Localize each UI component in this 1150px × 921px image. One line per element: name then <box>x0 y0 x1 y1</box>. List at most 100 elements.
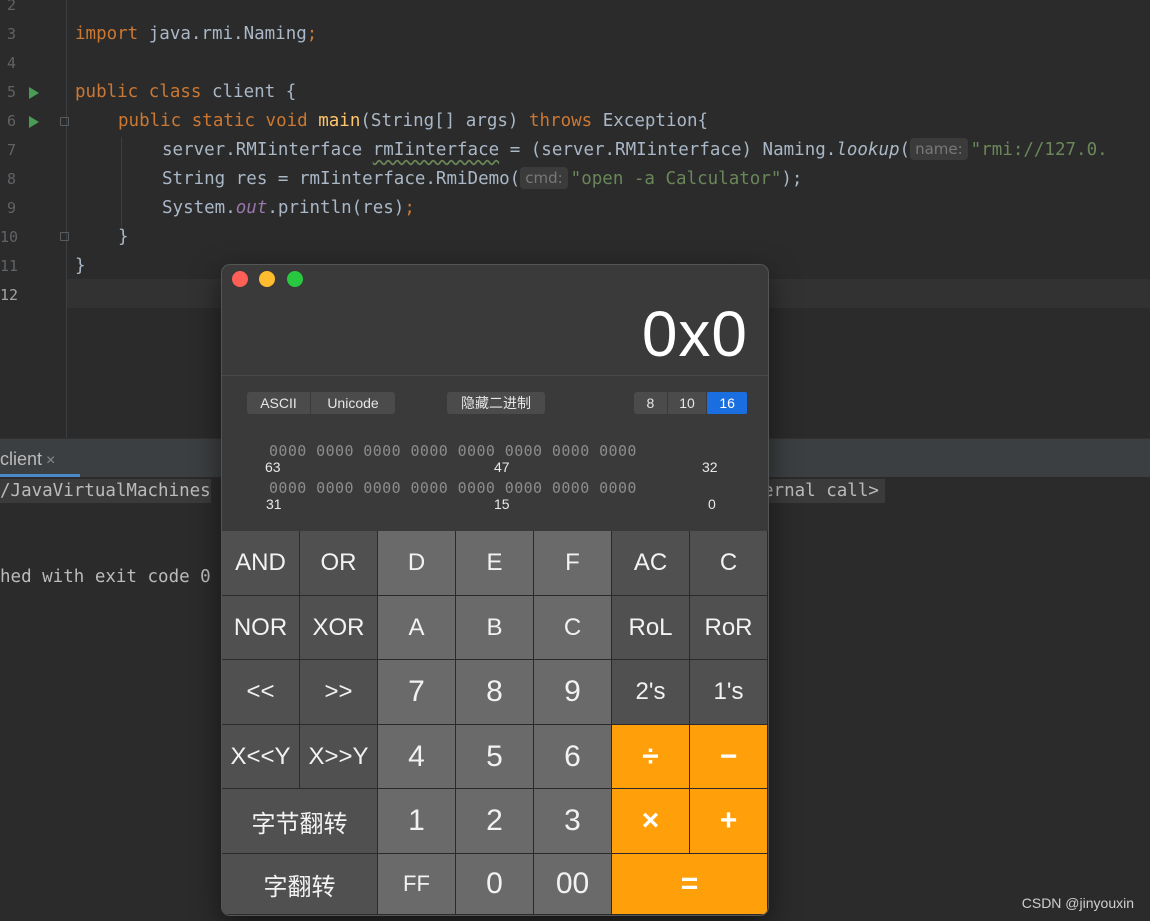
close-icon[interactable]: × <box>46 452 55 469</box>
key-digit-5[interactable]: 5 <box>456 725 534 789</box>
line-number: 10 <box>0 228 19 246</box>
key-hex-a[interactable]: A <box>378 596 456 660</box>
key-nor[interactable]: NOR <box>222 596 300 660</box>
console-exit-message: hed with exit code 0 <box>0 567 211 587</box>
key-shift-left[interactable]: << <box>222 660 300 725</box>
key-byte-flip[interactable]: 字节翻转 <box>222 789 378 854</box>
key-hex-b[interactable]: B <box>456 596 534 660</box>
key-digit-7[interactable]: 7 <box>378 660 456 725</box>
unicode-button[interactable]: Unicode <box>311 392 395 414</box>
code-text: String res = rmIinterface.RmiDemo( <box>162 169 521 189</box>
key-shift-left-by-y[interactable]: X<<Y <box>222 725 300 789</box>
keyword: import <box>75 24 139 44</box>
variable-warning: rmIinterface <box>372 140 500 160</box>
code-text: client { <box>201 82 297 102</box>
close-window-button[interactable] <box>232 271 248 287</box>
console-command-line-end: ernal call> <box>763 479 885 503</box>
key-digit-9[interactable]: 9 <box>534 660 612 725</box>
line-number: 6 <box>6 112 16 130</box>
run-class-icon[interactable] <box>29 87 39 99</box>
key-hex-e[interactable]: E <box>456 531 534 596</box>
bit-row-low[interactable]: 0000 0000 0000 0000 0000 0000 0000 0000 <box>269 479 637 497</box>
bit-position-label: 0 <box>708 496 716 512</box>
base-8-button[interactable]: 8 <box>634 392 668 414</box>
line-number: 9 <box>6 199 16 217</box>
ascii-button[interactable]: ASCII <box>247 392 311 414</box>
code-line-6: public static void main(String[] args) t… <box>118 107 708 136</box>
keyword: class <box>148 82 202 102</box>
bit-position-label: 15 <box>494 496 510 512</box>
key-hex-f[interactable]: F <box>534 531 612 596</box>
code-line-3: import java.rmi.Naming; <box>75 20 317 49</box>
hide-binary-button[interactable]: 隐藏二进制 <box>447 392 545 414</box>
zoom-window-button[interactable] <box>287 271 303 287</box>
bit-position-label: 63 <box>265 459 281 475</box>
code-text: java.rmi.Naming <box>138 24 307 44</box>
key-ones-complement[interactable]: 1's <box>690 660 768 725</box>
code-text: ( <box>899 140 911 160</box>
base-10-button[interactable]: 10 <box>668 392 708 414</box>
encoding-toggle: ASCII Unicode <box>247 392 395 414</box>
fold-icon[interactable] <box>60 232 69 241</box>
key-and[interactable]: AND <box>222 531 300 596</box>
key-digit-4[interactable]: 4 <box>378 725 456 789</box>
key-digit-3[interactable]: 3 <box>534 789 612 854</box>
key-multiply[interactable]: × <box>612 789 690 854</box>
keyword: static <box>191 111 255 131</box>
code-line-11: } <box>75 256 86 276</box>
line-number: 8 <box>6 170 16 188</box>
base-toggle: 8 10 16 <box>634 392 747 414</box>
key-double-zero[interactable]: 00 <box>534 854 612 915</box>
active-tab-indicator <box>0 474 80 477</box>
key-clear[interactable]: C <box>690 531 768 596</box>
parameter-hint: cmd: <box>520 167 568 189</box>
run-main-icon[interactable] <box>29 116 39 128</box>
key-add[interactable]: + <box>690 789 768 854</box>
static-field: out <box>235 198 268 218</box>
keyword: public <box>118 111 182 131</box>
run-tab-client[interactable]: client × <box>0 443 80 475</box>
method-call: lookup <box>836 140 900 160</box>
key-digit-8[interactable]: 8 <box>456 660 534 725</box>
key-digit-1[interactable]: 1 <box>378 789 456 854</box>
key-shift-right-by-y[interactable]: X>>Y <box>300 725 378 789</box>
keyword: void <box>265 111 308 131</box>
line-number: 4 <box>6 54 16 72</box>
code-line-10: } <box>118 227 129 247</box>
key-hex-c[interactable]: C <box>534 596 612 660</box>
semicolon: ; <box>404 198 415 218</box>
key-ff[interactable]: FF <box>378 854 456 915</box>
key-rotate-left[interactable]: RoL <box>612 596 690 660</box>
key-rotate-right[interactable]: RoR <box>690 596 768 660</box>
minimize-window-button[interactable] <box>259 271 275 287</box>
code-text: Exception{ <box>592 111 709 131</box>
keyword: throws <box>528 111 593 131</box>
key-digit-6[interactable]: 6 <box>534 725 612 789</box>
bit-row-high[interactable]: 0000 0000 0000 0000 0000 0000 0000 0000 <box>269 442 637 460</box>
key-digit-0[interactable]: 0 <box>456 854 534 915</box>
key-subtract[interactable]: − <box>690 725 768 789</box>
string-literal: "rmi://127.0. <box>970 140 1108 160</box>
key-divide[interactable]: ÷ <box>612 725 690 789</box>
parameter-hint: name: <box>910 138 968 160</box>
key-equals[interactable]: = <box>612 854 768 915</box>
key-all-clear[interactable]: AC <box>612 531 690 596</box>
key-twos-complement[interactable]: 2's <box>612 660 690 725</box>
key-word-flip[interactable]: 字翻转 <box>222 854 378 915</box>
code-text: = (server.RMIinterface) Naming. <box>499 140 837 160</box>
fold-icon[interactable] <box>60 117 69 126</box>
code-text: server.RMIinterface <box>162 140 373 160</box>
key-digit-2[interactable]: 2 <box>456 789 534 854</box>
key-or[interactable]: OR <box>300 531 378 596</box>
key-hex-d[interactable]: D <box>378 531 456 596</box>
key-shift-right[interactable]: >> <box>300 660 378 725</box>
bit-position-label: 31 <box>266 496 282 512</box>
line-number: 5 <box>6 83 16 101</box>
base-16-button[interactable]: 16 <box>707 392 747 414</box>
calculator-window[interactable]: 0x0 ASCII Unicode 隐藏二进制 8 10 16 0000 000… <box>222 265 768 915</box>
code-text: ); <box>781 169 803 189</box>
key-xor[interactable]: XOR <box>300 596 378 660</box>
run-tab-label: client <box>0 449 43 469</box>
bit-position-label: 47 <box>494 459 510 475</box>
divider <box>222 375 768 376</box>
